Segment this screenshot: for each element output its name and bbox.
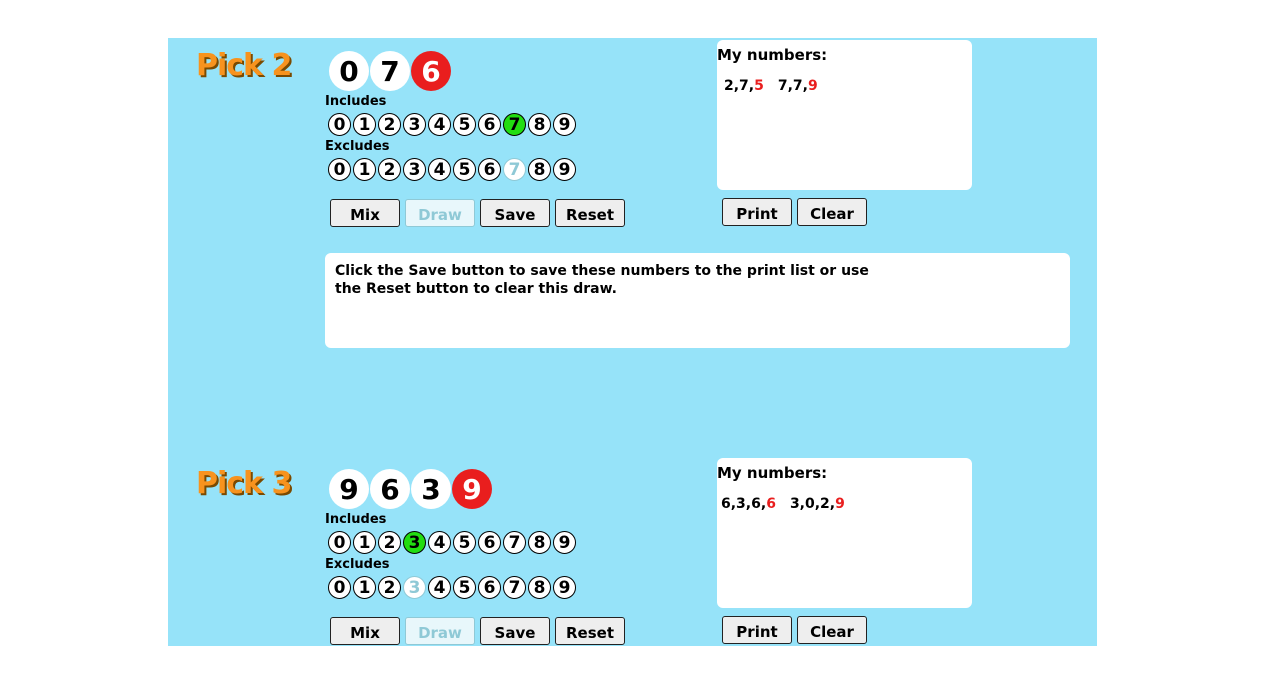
include-digit-3[interactable]: 3 — [403, 531, 426, 554]
saved-number-bonus: 5 — [754, 78, 764, 94]
my-numbers-list: 2,7,5 7,7,9 — [724, 78, 818, 94]
pick2-balls: 076 — [329, 51, 451, 93]
include-digit-0[interactable]: 0 — [328, 113, 351, 136]
include-digit-0[interactable]: 0 — [328, 531, 351, 554]
my-numbers-list: 6,3,6,6 3,0,2,9 — [721, 496, 845, 512]
mix-button[interactable]: Mix — [330, 617, 400, 645]
print-button[interactable]: Print — [722, 198, 792, 226]
saved-number-bonus: 6 — [766, 496, 776, 512]
save-button[interactable]: Save — [480, 199, 550, 227]
exclude-digit-3[interactable]: 3 — [403, 158, 426, 181]
pick3-section: Pick 3 9639 Includes 0123456789 Excludes… — [168, 456, 1097, 646]
exclude-digit-8[interactable]: 8 — [528, 158, 551, 181]
draw-button[interactable]: Draw — [405, 199, 475, 227]
include-digit-4[interactable]: 4 — [428, 531, 451, 554]
drawn-ball: 7 — [370, 51, 410, 91]
pick2-includes-row: 0123456789 — [328, 113, 576, 136]
include-digit-9[interactable]: 9 — [553, 531, 576, 554]
exclude-digit-6[interactable]: 6 — [478, 576, 501, 599]
reset-button[interactable]: Reset — [555, 617, 625, 645]
include-digit-6[interactable]: 6 — [478, 113, 501, 136]
saved-number-entry: 6,3,6,6 — [721, 496, 776, 512]
pick3-print-buttons: Print Clear — [722, 616, 867, 644]
exclude-digit-0[interactable]: 0 — [328, 576, 351, 599]
pick3-excludes-label: Excludes — [325, 557, 390, 572]
exclude-digit-2[interactable]: 2 — [378, 158, 401, 181]
drawn-ball: 9 — [329, 469, 369, 509]
saved-number-main: 7,7, — [777, 78, 808, 94]
exclude-digit-4[interactable]: 4 — [428, 158, 451, 181]
clear-button[interactable]: Clear — [797, 198, 867, 226]
pick2-section: Pick 2 076 Includes 0123456789 Excludes … — [168, 38, 1097, 348]
exclude-digit-7[interactable]: 7 — [503, 158, 526, 181]
bonus-ball: 6 — [411, 51, 451, 91]
exclude-digit-8[interactable]: 8 — [528, 576, 551, 599]
drawn-ball: 3 — [411, 469, 451, 509]
include-digit-8[interactable]: 8 — [528, 531, 551, 554]
saved-number-entry: 3,0,2,9 — [790, 496, 845, 512]
pick2-title: Pick 2 — [196, 48, 292, 83]
pick2-print-buttons: Print Clear — [722, 198, 867, 226]
exclude-digit-3[interactable]: 3 — [403, 576, 426, 599]
include-digit-1[interactable]: 1 — [353, 113, 376, 136]
include-digit-2[interactable]: 2 — [378, 531, 401, 554]
exclude-digit-1[interactable]: 1 — [353, 158, 376, 181]
drawn-ball: 6 — [370, 469, 410, 509]
save-button[interactable]: Save — [480, 617, 550, 645]
exclude-digit-5[interactable]: 5 — [453, 576, 476, 599]
pick3-excludes-row: 0123456789 — [328, 576, 576, 599]
lottery-panel: Pick 2 076 Includes 0123456789 Excludes … — [168, 38, 1097, 646]
pick2-my-numbers-box: My numbers: 2,7,5 7,7,9 — [717, 40, 972, 190]
exclude-digit-6[interactable]: 6 — [478, 158, 501, 181]
mix-button[interactable]: Mix — [330, 199, 400, 227]
include-digit-7[interactable]: 7 — [503, 113, 526, 136]
include-digit-9[interactable]: 9 — [553, 113, 576, 136]
clear-button[interactable]: Clear — [797, 616, 867, 644]
saved-number-main: 6,3,6, — [721, 496, 767, 512]
include-digit-1[interactable]: 1 — [353, 531, 376, 554]
include-digit-4[interactable]: 4 — [428, 113, 451, 136]
include-digit-3[interactable]: 3 — [403, 113, 426, 136]
pick3-my-numbers-box: My numbers: 6,3,6,6 3,0,2,9 — [717, 458, 972, 608]
exclude-digit-4[interactable]: 4 — [428, 576, 451, 599]
exclude-digit-9[interactable]: 9 — [553, 158, 576, 181]
exclude-digit-5[interactable]: 5 — [453, 158, 476, 181]
saved-number-main: 2,7, — [724, 78, 755, 94]
saved-number-entry: 2,7,5 — [724, 78, 764, 94]
my-numbers-title: My numbers: — [717, 46, 828, 64]
pick2-buttons: Mix Draw Save Reset — [330, 199, 625, 227]
draw-button[interactable]: Draw — [405, 617, 475, 645]
pick3-buttons: Mix Draw Save Reset — [330, 617, 625, 645]
exclude-digit-9[interactable]: 9 — [553, 576, 576, 599]
pick2-excludes-row: 0123456789 — [328, 158, 576, 181]
pick3-includes-label: Includes — [325, 512, 387, 527]
exclude-digit-2[interactable]: 2 — [378, 576, 401, 599]
include-digit-6[interactable]: 6 — [478, 531, 501, 554]
pick3-includes-row: 0123456789 — [328, 531, 576, 554]
include-digit-7[interactable]: 7 — [503, 531, 526, 554]
pick2-includes-label: Includes — [325, 94, 387, 109]
pick3-title: Pick 3 — [196, 466, 292, 501]
include-digit-2[interactable]: 2 — [378, 113, 401, 136]
saved-number-main: 3,0,2, — [789, 496, 836, 512]
include-digit-5[interactable]: 5 — [453, 531, 476, 554]
saved-number-bonus: 9 — [835, 496, 845, 512]
bonus-ball: 9 — [452, 469, 492, 509]
saved-number-entry: 7,7,9 — [778, 78, 818, 94]
pick2-excludes-label: Excludes — [325, 139, 390, 154]
exclude-digit-7[interactable]: 7 — [503, 576, 526, 599]
pick3-balls: 9639 — [329, 469, 492, 511]
my-numbers-title: My numbers: — [717, 464, 828, 482]
message-box: Click the Save button to save these numb… — [325, 253, 1070, 348]
exclude-digit-0[interactable]: 0 — [328, 158, 351, 181]
exclude-digit-1[interactable]: 1 — [353, 576, 376, 599]
include-digit-5[interactable]: 5 — [453, 113, 476, 136]
include-digit-8[interactable]: 8 — [528, 113, 551, 136]
message-text: Click the Save button to save these numb… — [335, 263, 869, 297]
saved-number-bonus: 9 — [808, 78, 818, 94]
print-button[interactable]: Print — [722, 616, 792, 644]
drawn-ball: 0 — [329, 51, 369, 91]
reset-button[interactable]: Reset — [555, 199, 625, 227]
